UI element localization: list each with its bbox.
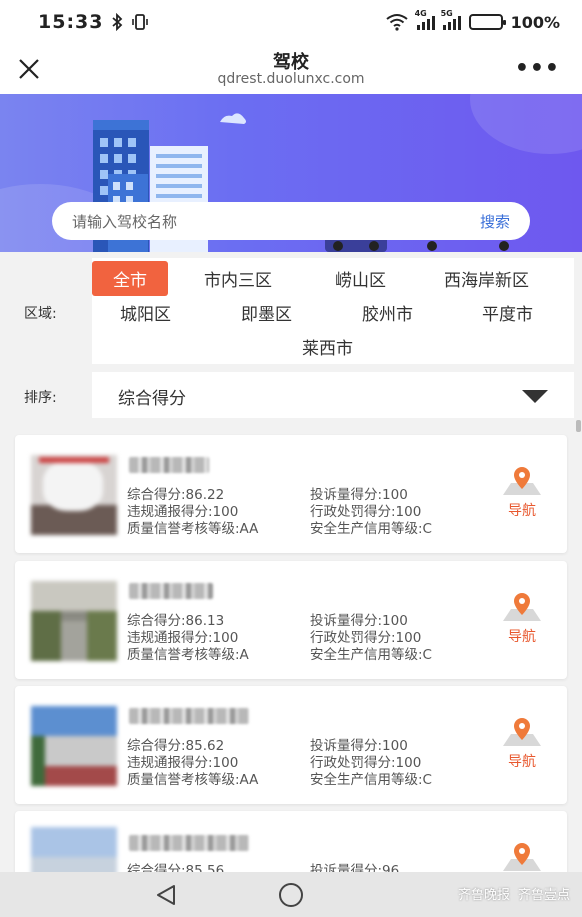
sort-value: 综合得分	[118, 389, 186, 409]
region-option-all[interactable]: 全市	[92, 261, 168, 296]
stat-safety-grade: 安全生产信用等级:C	[310, 772, 432, 788]
navigate-label: 导航	[508, 503, 536, 519]
bluetooth-icon	[112, 13, 123, 31]
stat-quality-grade: 质量信誉考核等级:AA	[127, 521, 259, 537]
dropdown-triangle-icon	[522, 390, 548, 403]
school-name-redacted	[129, 583, 213, 599]
school-card[interactable]: 综合得分:86.22 投诉量得分:100 违规通报得分:100 行政处罚得分:1…	[15, 435, 567, 553]
back-icon[interactable]	[154, 884, 178, 906]
region-options: 全市 市内三区 崂山区 西海岸新区 城阳区 即墨区 胶州市 平度市 莱西市	[92, 258, 574, 364]
stat-quality-grade: 质量信誉考核等级:A	[127, 647, 249, 663]
search-input[interactable]: 请输入驾校名称	[72, 211, 177, 232]
battery-percent: 100%	[510, 12, 560, 32]
map-pin-icon	[503, 593, 541, 621]
watermark: 齐鲁晚报 齐鲁壹点	[458, 884, 570, 903]
signal-5g-label: 5G	[440, 9, 453, 18]
home-icon[interactable]	[279, 883, 303, 907]
map-pin-icon	[503, 718, 541, 746]
school-thumbnail	[31, 581, 117, 661]
scrollbar[interactable]	[576, 420, 581, 432]
watermark-left: 齐鲁晚报	[457, 888, 510, 903]
search-bar[interactable]: 请输入驾校名称 搜索	[52, 202, 530, 240]
region-option-west-coast[interactable]: 西海岸新区	[444, 266, 529, 291]
more-icon[interactable]: •••	[515, 56, 560, 81]
cellular-signal-icon: 4G	[415, 9, 435, 30]
navigate-button[interactable]: 导航	[497, 716, 547, 774]
title-bar: 驾校 qdrest.duolunxc.com •••	[0, 44, 582, 94]
school-name-redacted	[129, 457, 209, 473]
battery-icon	[468, 14, 506, 30]
stat-quality-grade: 质量信誉考核等级:AA	[127, 772, 259, 788]
wifi-icon	[385, 14, 408, 31]
sort-label: 排序:	[24, 390, 57, 406]
vibrate-icon	[132, 14, 149, 30]
navigate-label: 导航	[508, 754, 536, 770]
status-time: 15:33	[38, 11, 104, 33]
navigate-button[interactable]: 导航	[497, 591, 547, 649]
search-button[interactable]: 搜索	[480, 211, 510, 232]
system-nav-bar: 齐鲁晚报 齐鲁壹点	[0, 872, 582, 917]
navigate-button[interactable]: 导航	[497, 465, 547, 523]
school-thumbnail	[31, 706, 117, 786]
region-option-laixi[interactable]: 莱西市	[302, 334, 353, 359]
region-option-pingdu[interactable]: 平度市	[482, 300, 533, 325]
signal-4g-label: 4G	[414, 9, 427, 18]
sort-select[interactable]: 综合得分	[92, 372, 574, 418]
stat-safety-grade: 安全生产信用等级:C	[310, 521, 432, 537]
map-pin-icon	[503, 843, 541, 871]
map-pin-icon	[503, 467, 541, 495]
region-option-laoshan[interactable]: 崂山区	[335, 266, 386, 291]
region-option-chengyang[interactable]: 城阳区	[120, 300, 171, 325]
school-name-redacted	[129, 835, 249, 851]
page-url: qdrest.duolunxc.com	[217, 71, 365, 87]
stat-safety-grade: 安全生产信用等级:C	[310, 647, 432, 663]
watermark-right: 齐鲁壹点	[517, 888, 570, 903]
navigate-label: 导航	[508, 629, 536, 645]
region-option-jimo[interactable]: 即墨区	[241, 300, 292, 325]
school-name-redacted	[129, 708, 249, 724]
region-option-city-three[interactable]: 市内三区	[204, 266, 272, 291]
school-card[interactable]: 综合得分:86.13 投诉量得分:100 违规通报得分:100 行政处罚得分:1…	[15, 561, 567, 679]
region-filter: 区域: 全市 市内三区 崂山区 西海岸新区 城阳区 即墨区 胶州市 平度市 莱西…	[0, 252, 582, 370]
region-option-jiaozhou[interactable]: 胶州市	[362, 300, 413, 325]
region-label: 区域:	[24, 306, 57, 322]
app-screen: 15:33 4G 5G 100% 驾校 qdrest.duolunxc.com …	[0, 0, 582, 917]
school-thumbnail	[31, 455, 117, 535]
status-bar: 15:33 4G 5G 100%	[0, 0, 582, 44]
hero-banner: 请输入驾校名称 搜索	[0, 94, 582, 252]
school-card[interactable]: 综合得分:85.62 投诉量得分:100 违规通报得分:100 行政处罚得分:1…	[15, 686, 567, 804]
cellular-signal-icon-2: 5G	[441, 9, 461, 30]
